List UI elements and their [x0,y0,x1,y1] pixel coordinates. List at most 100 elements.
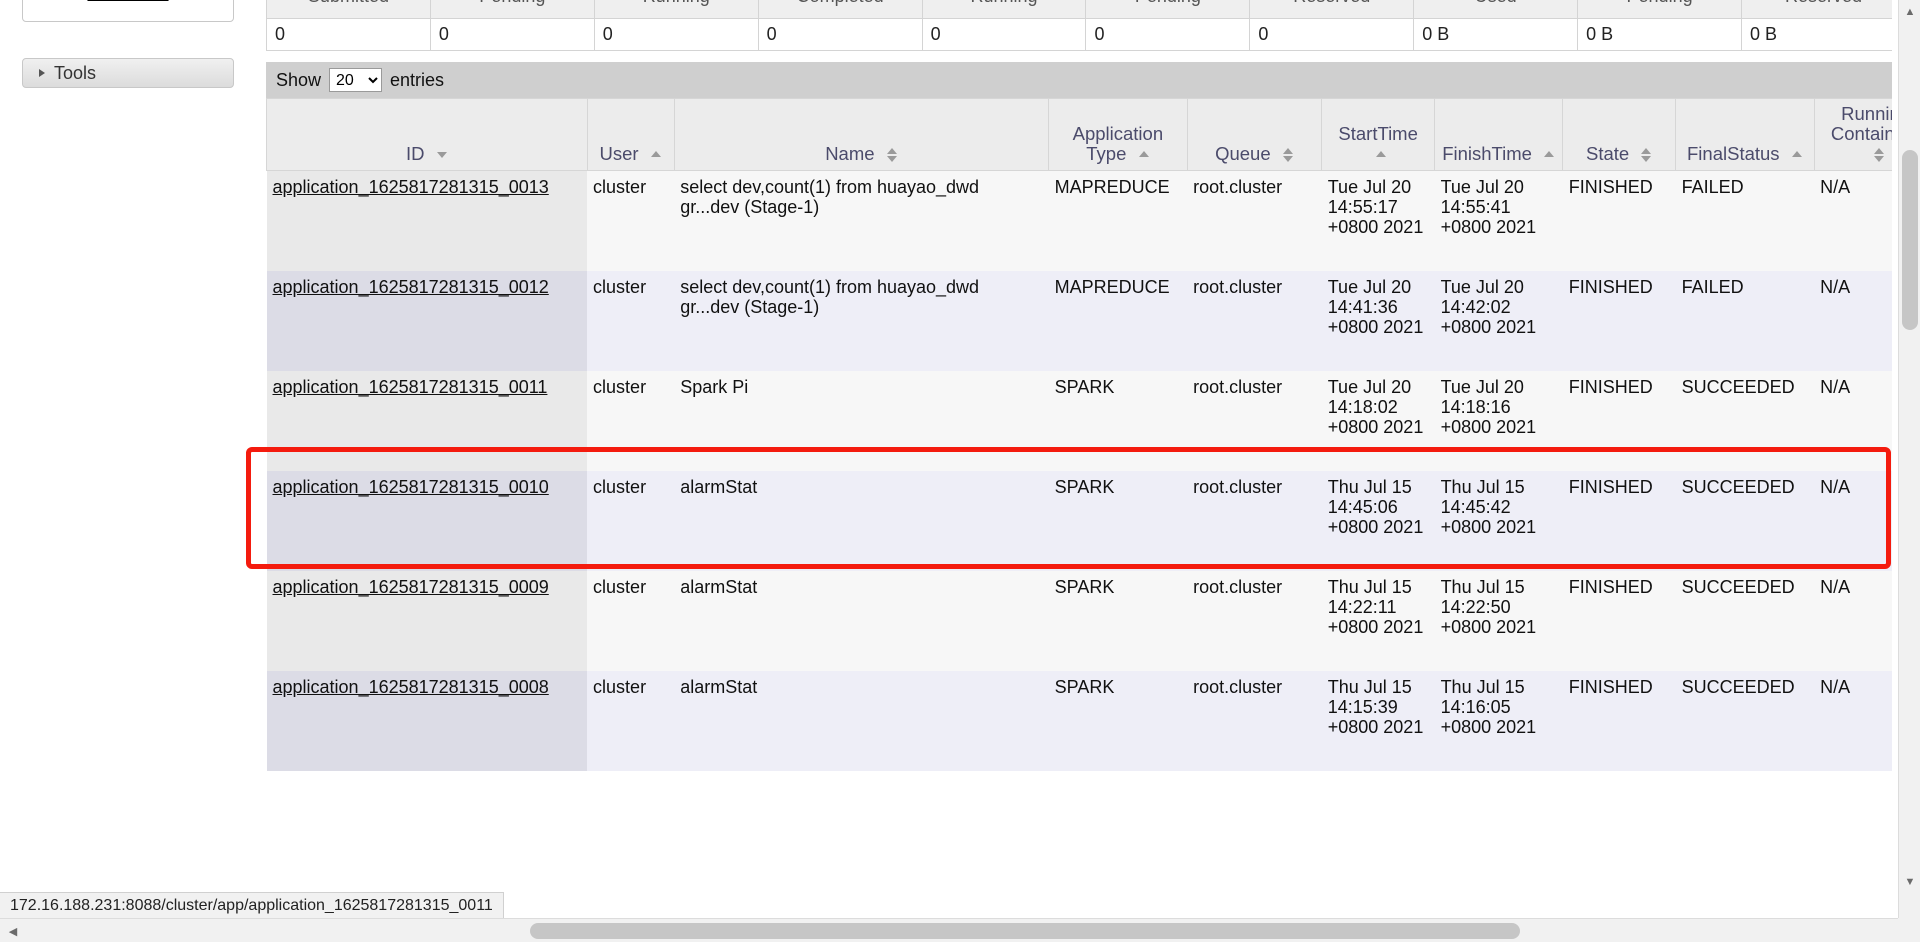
cell-starttime: Tue Jul 20 14:55:17 +0800 2021 [1321,170,1435,271]
entries-label: entries [390,69,445,90]
entries-length-bar: Show 20 40 60 100 entries [266,62,1892,98]
sort-indicator-user[interactable] [650,151,662,159]
col-header-name[interactable]: Name [673,98,1050,171]
metrics-val-apps-running: 0 [593,18,759,51]
cell-finishtime: Tue Jul 20 14:18:16 +0800 2021 [1434,370,1563,471]
metrics-col-containers-running: Running [921,0,1087,19]
cell-finishtime: Thu Jul 15 14:16:05 +0800 2021 [1434,670,1563,771]
col-header-running-containers-label: Running Containers [1830,103,1892,144]
applications-table-scroll[interactable]: ID User Name Application Type Queue Star… [266,98,1892,918]
horizontal-scrollbar-thumb[interactable] [530,923,1520,939]
cell-id[interactable]: application_1625817281315_0012 [266,270,588,371]
table-row: application_1625817281315_0008 cluster ala… [266,670,1892,771]
sort-indicator-application-type[interactable] [1138,151,1150,159]
col-header-user-label: User [599,143,639,164]
scroll-up-icon[interactable]: ▲ [1899,2,1920,22]
metrics-col-containers-pending: Pending [1085,0,1251,19]
cell-application-type: MAPREDUCE [1048,170,1188,271]
scrollbar-corner [1898,918,1920,942]
col-header-finishtime[interactable]: FinishTime [1434,98,1564,171]
cell-application-type: SPARK [1048,670,1188,771]
metrics-val-apps-submitted: 0 [266,18,431,51]
cell-id[interactable]: application_1625817281315_0008 [266,670,588,771]
cell-user: cluster [587,470,675,571]
cell-name: select dev,count(1) from huayao_dwd gr..… [674,170,1049,271]
cell-application-type: MAPREDUCE [1048,270,1188,371]
cell-finishtime: Thu Jul 15 14:45:42 +0800 2021 [1434,470,1563,571]
applications-header-row: ID User Name Application Type Queue Star… [266,98,1892,171]
col-header-queue[interactable]: Queue [1186,98,1323,171]
cell-finishtime: Tue Jul 20 14:42:02 +0800 2021 [1434,270,1563,371]
metrics-col-containers-reserved: Reserved [1249,0,1415,19]
metrics-val-memory-pending: 0 B [1577,18,1743,51]
sidebar-section-tools[interactable]: Tools [22,58,234,88]
cell-finalstatus: FAILED [1675,170,1815,271]
sort-indicator-finalstatus[interactable] [1791,151,1803,159]
cell-queue: root.cluster [1187,270,1322,371]
entries-per-page-select[interactable]: 20 40 60 100 [329,68,383,92]
applications-table: ID User Name Application Type Queue Star… [266,98,1892,771]
horizontal-scrollbar[interactable]: ◀ ▶ [0,918,1920,942]
application-id-link[interactable]: application_1625817281315_0013 [273,177,549,197]
cell-starttime: Thu Jul 15 14:45:06 +0800 2021 [1321,470,1435,571]
metrics-col-apps-running: Running [593,0,759,19]
vertical-scrollbar-thumb[interactable] [1902,150,1918,330]
col-header-user[interactable]: User [586,98,675,171]
browser-viewport: KILLED Scheduler Tools Submitted Pending… [0,0,1920,942]
col-header-running-containers[interactable]: Running Containers [1813,98,1892,171]
metrics-val-containers-pending: 0 [1085,18,1251,51]
cell-name: Spark Pi [674,370,1049,471]
metrics-col-memory-used: Used [1413,0,1579,19]
application-id-link[interactable]: application_1625817281315_0008 [273,677,549,697]
status-bar-url: 172.16.188.231:8088/cluster/app/applicat… [0,892,504,918]
col-header-state-label: State [1586,143,1630,164]
application-id-link[interactable]: application_1625817281315_0009 [273,577,549,597]
scroll-down-icon[interactable]: ▼ [1899,872,1920,892]
sort-indicator-name[interactable] [886,148,898,163]
cell-finalstatus: SUCCEEDED [1675,670,1815,771]
col-header-finalstatus[interactable]: FinalStatus [1675,98,1815,171]
cell-starttime: Thu Jul 15 14:15:39 +0800 2021 [1321,670,1435,771]
cell-name: alarmStat [674,670,1049,771]
sort-indicator-id[interactable] [436,152,448,159]
sort-indicator-finishtime[interactable] [1543,151,1555,159]
sort-indicator-queue[interactable] [1282,148,1294,163]
sort-indicator-starttime[interactable] [1375,151,1387,159]
cell-finishtime: Thu Jul 15 14:22:50 +0800 2021 [1434,570,1563,671]
cell-state: FINISHED [1562,170,1676,271]
cell-user: cluster [587,170,675,271]
col-header-finishtime-label: FinishTime [1442,143,1532,164]
table-row: application_1625817281315_0013 cluster sel… [266,170,1892,271]
cell-state: FINISHED [1562,270,1676,371]
applications-table-body: application_1625817281315_0013 cluster sel… [266,170,1892,771]
cell-id[interactable]: application_1625817281315_0011 [266,370,588,471]
sidebar-link-scheduler[interactable]: Scheduler [23,0,233,11]
col-header-id[interactable]: ID [266,98,588,171]
col-header-starttime[interactable]: StartTime [1321,98,1436,171]
application-id-link[interactable]: application_1625817281315_0010 [273,477,549,497]
cell-running-containers: N/A [1814,370,1892,471]
col-header-state[interactable]: State [1562,98,1677,171]
col-header-application-type[interactable]: Application Type [1048,98,1188,171]
cell-id[interactable]: application_1625817281315_0010 [266,470,588,571]
cell-id[interactable]: application_1625817281315_0013 [266,170,588,271]
vertical-scrollbar[interactable]: ▲ ▼ [1898,0,1920,918]
scroll-left-icon[interactable]: ◀ [2,919,24,942]
cell-user: cluster [587,670,675,771]
cell-id[interactable]: application_1625817281315_0009 [266,570,588,671]
cell-name: select dev,count(1) from huayao_dwd gr..… [674,270,1049,371]
sidebar: KILLED Scheduler Tools [0,0,258,918]
cell-queue: root.cluster [1187,570,1322,671]
metrics-value-row: 0 0 0 0 0 0 0 0 B 0 B 0 B [266,18,1892,51]
application-id-link[interactable]: application_1625817281315_0011 [273,377,548,397]
application-id-link[interactable]: application_1625817281315_0012 [273,277,549,297]
cell-state: FINISHED [1562,370,1676,471]
cell-user: cluster [587,570,675,671]
metrics-val-apps-pending: 0 [429,18,595,51]
cell-name: alarmStat [674,470,1049,571]
sort-indicator-state[interactable] [1640,148,1652,163]
col-header-finalstatus-label: FinalStatus [1687,143,1780,164]
cell-queue: root.cluster [1187,370,1322,471]
sort-indicator-running-containers[interactable] [1873,148,1885,163]
cell-starttime: Tue Jul 20 14:41:36 +0800 2021 [1321,270,1435,371]
